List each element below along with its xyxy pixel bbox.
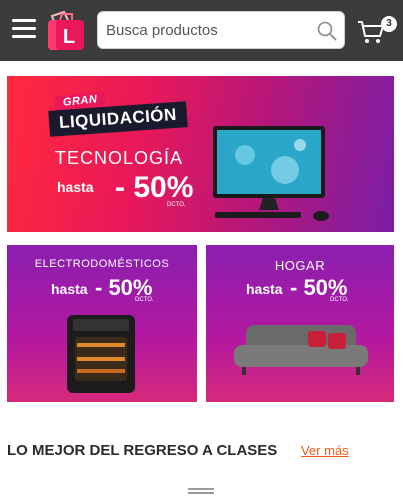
menu-icon[interactable]: [12, 19, 36, 39]
store-logo[interactable]: L: [44, 10, 88, 52]
top-bar: L 3: [0, 0, 403, 61]
cart-count-badge: 3: [381, 16, 397, 32]
dcto-label: DCTO.: [330, 297, 349, 303]
discount-label: - 50%: [115, 171, 194, 204]
monitor-image: [213, 126, 329, 221]
search-icon[interactable]: [317, 21, 337, 41]
banner-electrodomesticos[interactable]: ELECTRODOMÉSTICOS hasta - 50% DCTO.: [7, 245, 197, 402]
section-title: LO MEJOR DEL REGRESO A CLASES: [7, 442, 278, 459]
logo-letter: L: [63, 26, 75, 48]
ver-mas-link[interactable]: Ver más: [301, 443, 349, 458]
search-box: [97, 11, 345, 49]
hasta-label: hasta: [246, 281, 283, 297]
banner-tecnologia[interactable]: GRAN LIQUIDACIÓN TECNOLOGÍA hasta - 50% …: [7, 76, 394, 232]
category-label: TECNOLOGÍA: [55, 148, 184, 168]
hasta-label: hasta: [51, 281, 88, 297]
sofa-image: [234, 325, 368, 375]
search-input[interactable]: [106, 12, 306, 48]
air-fryer-image: [67, 315, 135, 393]
drag-handle-icon[interactable]: [188, 488, 214, 494]
banner-hogar[interactable]: HOGAR hasta - 50% DCTO.: [206, 245, 394, 402]
category-label: HOGAR: [274, 258, 326, 273]
hasta-label: hasta: [57, 179, 94, 195]
dcto-label: DCTO.: [135, 297, 154, 303]
category-label: ELECTRODOMÉSTICOS: [34, 258, 170, 270]
dcto-label: DCTO.: [167, 202, 186, 208]
